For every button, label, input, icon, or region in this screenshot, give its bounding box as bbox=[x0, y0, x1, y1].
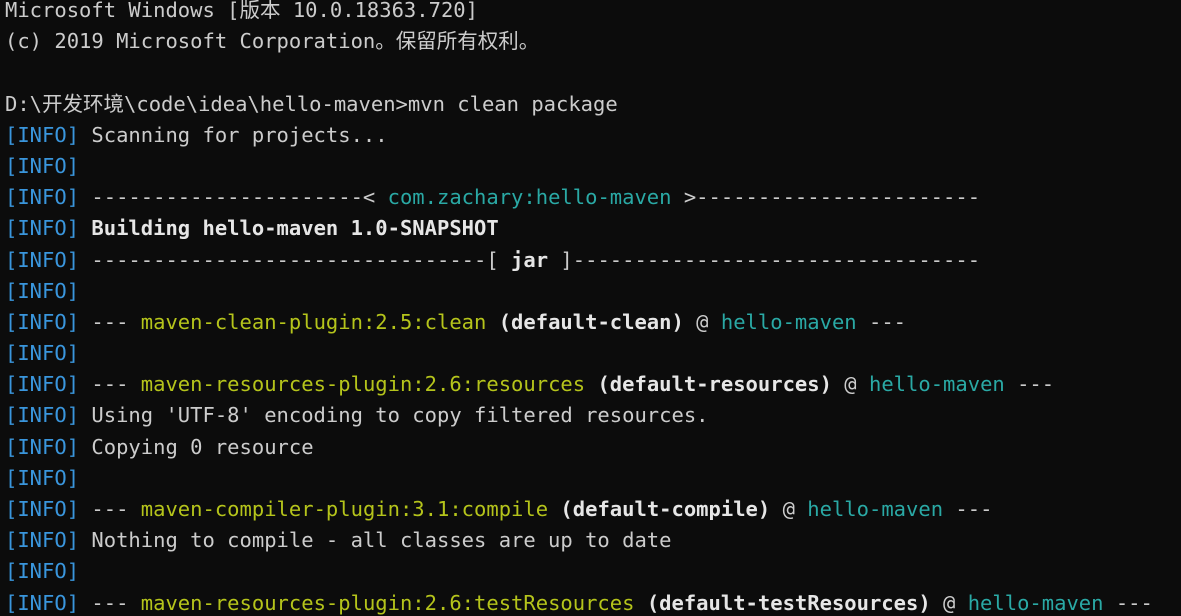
terminal-line: [INFO] --- maven-compiler-plugin:3.1:com… bbox=[5, 494, 1181, 525]
project-name: hello-maven bbox=[967, 590, 1104, 615]
terminal-window[interactable]: Microsoft Windows [版本 10.0.18363.720] (c)… bbox=[0, 0, 1181, 616]
log-level-tag: [INFO] bbox=[5, 309, 80, 334]
project-name: hello-maven bbox=[868, 372, 1005, 397]
terminal-line: (c) 2019 Microsoft Corporation。保留所有权利。 bbox=[5, 26, 1181, 57]
bold-text: (default-clean) bbox=[498, 309, 684, 334]
output-text: @ bbox=[770, 497, 808, 521]
output-text: D:\开发环境\code\idea\hello-maven>mvn clean … bbox=[5, 91, 618, 116]
plugin-goal: maven-clean-plugin:2.5:clean bbox=[140, 309, 487, 334]
log-level-tag: [INFO] bbox=[5, 122, 80, 147]
bold-text: Building hello-maven 1.0-SNAPSHOT bbox=[91, 216, 499, 241]
bold-text: (default-testResources) bbox=[646, 590, 931, 615]
terminal-line: [INFO] Copying 0 resource bbox=[5, 432, 1181, 463]
terminal-line: [INFO] Scanning for projects... bbox=[5, 120, 1181, 151]
project-name: hello-maven bbox=[720, 309, 857, 334]
plugin-goal: maven-resources-plugin:2.6:resources bbox=[140, 372, 586, 397]
log-level-tag: [INFO] bbox=[5, 403, 80, 428]
output-text: @ bbox=[831, 372, 869, 397]
bold-text: (default-compile) bbox=[560, 497, 771, 521]
bold-text: (default-resources) bbox=[597, 372, 832, 397]
output-text: ]--------------------------------- bbox=[548, 247, 981, 272]
log-level-tag: [INFO] bbox=[5, 528, 80, 553]
terminal-line: [INFO] --- maven-resources-plugin:2.6:te… bbox=[5, 588, 1181, 616]
log-level-tag: [INFO] bbox=[5, 465, 80, 490]
log-level-tag: [INFO] bbox=[5, 590, 80, 615]
project-name: com.zachary:hello-maven bbox=[387, 185, 672, 210]
project-name: hello-maven bbox=[807, 497, 944, 521]
terminal-line: [INFO] bbox=[5, 463, 1181, 494]
output-text: --- bbox=[79, 497, 141, 521]
log-level-tag: [INFO] bbox=[5, 247, 80, 272]
output-text: ----------------------< bbox=[79, 185, 388, 210]
output-text: @ bbox=[683, 309, 721, 334]
output-text: --- bbox=[943, 497, 993, 521]
output-text: --- bbox=[1103, 590, 1153, 615]
terminal-line: [INFO] ----------------------< com.zacha… bbox=[5, 182, 1181, 213]
log-level-tag: [INFO] bbox=[5, 153, 80, 178]
plugin-goal: maven-resources-plugin:2.6:testResources bbox=[140, 590, 635, 615]
output-text: --- bbox=[856, 309, 907, 334]
terminal-line: [INFO] bbox=[5, 338, 1181, 369]
terminal-line: Microsoft Windows [版本 10.0.18363.720] bbox=[5, 0, 1181, 26]
output-text: Nothing to compile - all classes are up … bbox=[79, 528, 672, 553]
output-text: Copying 0 resource bbox=[79, 434, 314, 459]
bold-text: jar bbox=[511, 247, 549, 272]
terminal-output: Microsoft Windows [版本 10.0.18363.720] (c)… bbox=[5, 0, 1181, 616]
output-text: --------------------------------[ bbox=[79, 247, 512, 272]
terminal-line: [INFO] Building hello-maven 1.0-SNAPSHOT bbox=[5, 213, 1181, 244]
output-text: --- bbox=[79, 372, 141, 397]
terminal-line: [INFO] bbox=[5, 556, 1181, 587]
output-text: Microsoft Windows [版本 10.0.18363.720] bbox=[5, 0, 478, 22]
terminal-line: D:\开发环境\code\idea\hello-maven>mvn clean … bbox=[5, 89, 1181, 120]
terminal-line: [INFO] Using 'UTF-8' encoding to copy fi… bbox=[5, 400, 1181, 431]
output-text: Using 'UTF-8' encoding to copy filtered … bbox=[79, 403, 709, 428]
output-text: >----------------------- bbox=[671, 185, 981, 210]
output-text: @ bbox=[930, 590, 968, 615]
terminal-line: [INFO] --------------------------------[… bbox=[5, 245, 1181, 276]
terminal-line: [INFO] bbox=[5, 276, 1181, 307]
log-level-tag: [INFO] bbox=[5, 216, 80, 241]
log-level-tag: [INFO] bbox=[5, 341, 80, 366]
log-level-tag: [INFO] bbox=[5, 372, 80, 397]
log-level-tag: [INFO] bbox=[5, 278, 80, 303]
output-text: --- bbox=[1004, 372, 1055, 397]
log-level-tag: [INFO] bbox=[5, 497, 80, 521]
terminal-line: [INFO] bbox=[5, 151, 1181, 182]
output-text: --- bbox=[79, 309, 141, 334]
plugin-goal: maven-compiler-plugin:3.1:compile bbox=[140, 497, 549, 521]
terminal-line: [INFO] --- maven-clean-plugin:2.5:clean … bbox=[5, 307, 1181, 338]
log-level-tag: [INFO] bbox=[5, 434, 80, 459]
output-text: --- bbox=[79, 590, 141, 615]
output-text: Scanning for projects... bbox=[79, 122, 388, 147]
output-text: (c) 2019 Microsoft Corporation。保留所有权利。 bbox=[5, 29, 540, 54]
log-level-tag: [INFO] bbox=[5, 185, 80, 210]
terminal-line: [INFO] --- maven-resources-plugin:2.6:re… bbox=[5, 369, 1181, 400]
log-level-tag: [INFO] bbox=[5, 559, 80, 584]
terminal-line: [INFO] Nothing to compile - all classes … bbox=[5, 525, 1181, 556]
